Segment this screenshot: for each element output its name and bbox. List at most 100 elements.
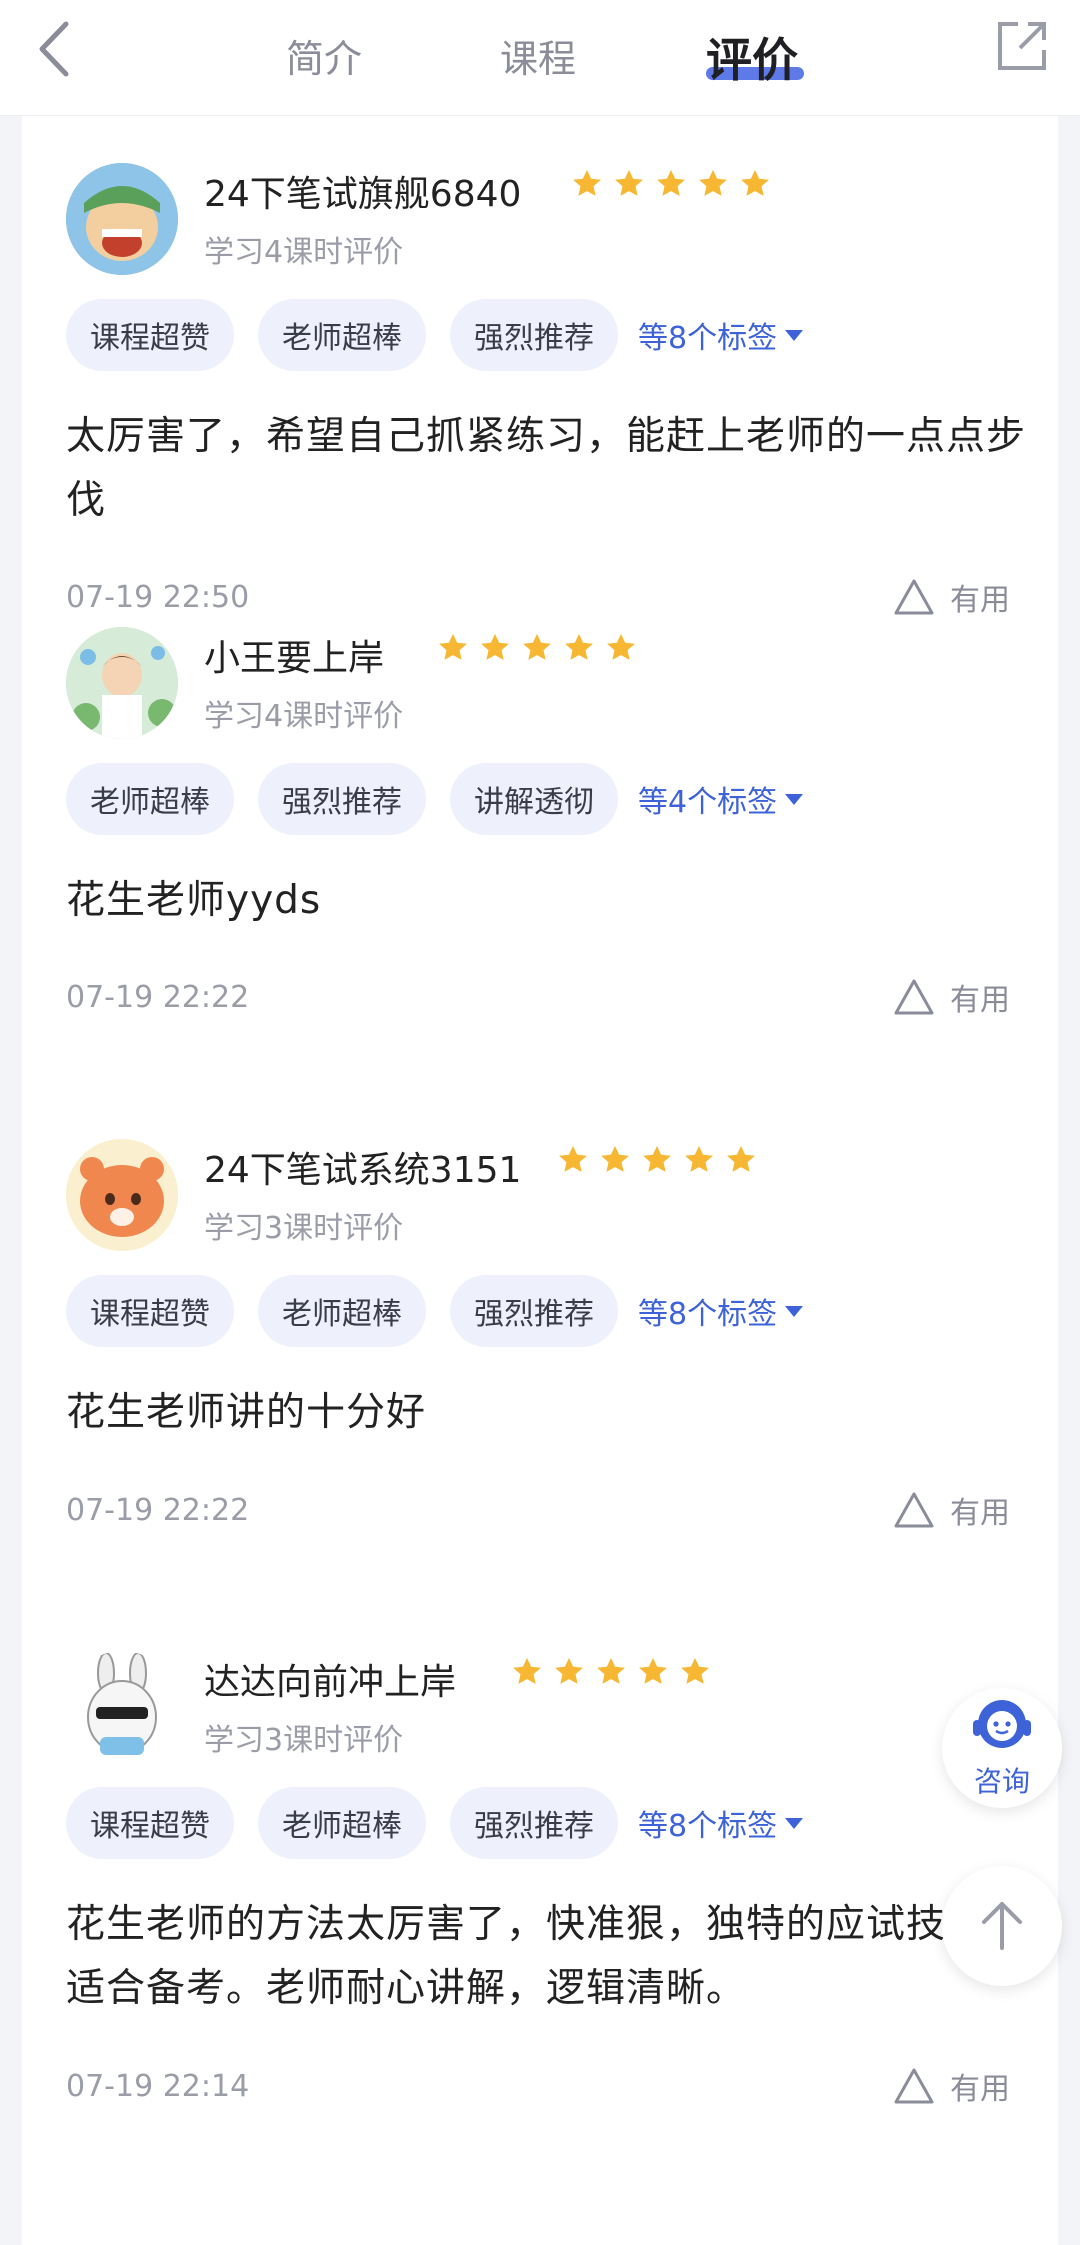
rating-stars xyxy=(510,1655,712,1689)
caret-down-icon xyxy=(785,329,804,341)
reviewer-name: 小王要上岸 xyxy=(204,638,385,679)
avatar[interactable] xyxy=(66,163,178,275)
tag-list: 课程超赞 老师超棒 强烈推荐 等8个标签 xyxy=(66,1787,804,1859)
star-icon xyxy=(555,1657,583,1684)
tag: 老师超棒 xyxy=(258,1275,426,1347)
share-icon xyxy=(998,22,1046,70)
share-button[interactable] xyxy=(992,16,1052,76)
study-hours-meta: 学习3课时评价 xyxy=(204,1723,404,1758)
star-icon xyxy=(699,169,727,196)
reviews-card: 24下笔试旗舰6840 学习4课时评价 课程超赞 老师超棒 强烈推荐 等8个标签… xyxy=(22,115,1058,2245)
useful-button[interactable]: 有用 xyxy=(892,1488,1010,1532)
tag-list: 课程超赞 老师超棒 强烈推荐 等8个标签 xyxy=(66,1275,804,1347)
avatar[interactable] xyxy=(66,1139,178,1251)
tag: 老师超棒 xyxy=(258,1787,426,1859)
review-item: 达达向前冲上岸 学习3课时评价 课程超赞 老师超棒 强烈推荐 等8个标签 花生老… xyxy=(22,1651,1058,2151)
star-icon xyxy=(513,1657,541,1684)
rating-stars xyxy=(556,1143,758,1177)
avatar[interactable] xyxy=(66,1651,178,1763)
reviews-scroll-area[interactable]: 24下笔试旗舰6840 学习4课时评价 课程超赞 老师超棒 强烈推荐 等8个标签… xyxy=(0,115,1080,2245)
study-hours-meta: 学习3课时评价 xyxy=(204,1211,404,1246)
avatar[interactable] xyxy=(66,627,178,739)
tag: 课程超赞 xyxy=(66,299,234,371)
review-text: 太厉害了，希望自己抓紧练习，能赶上老师的一点点步伐 xyxy=(66,414,1027,523)
star-icon xyxy=(573,169,601,196)
star-icon xyxy=(523,633,551,660)
useful-label: 有用 xyxy=(950,983,1010,1018)
more-tags-toggle[interactable]: 等4个标签 xyxy=(638,777,804,821)
tag-list: 课程超赞 老师超棒 强烈推荐 等8个标签 xyxy=(66,299,804,371)
tag: 讲解透彻 xyxy=(450,763,618,835)
rating-stars xyxy=(570,167,772,201)
tag: 强烈推荐 xyxy=(450,299,618,371)
tag: 强烈推荐 xyxy=(450,1787,618,1859)
star-icon xyxy=(615,169,643,196)
customer-service-icon xyxy=(973,1700,1031,1748)
study-hours-meta: 学习4课时评价 xyxy=(204,699,404,734)
useful-label: 有用 xyxy=(950,1496,1010,1531)
review-item: 小王要上岸 学习4课时评价 老师超棒 强烈推荐 讲解透彻 等4个标签 花生老师y… xyxy=(22,627,1058,1127)
star-icon xyxy=(685,1145,713,1172)
reviewer-name: 达达向前冲上岸 xyxy=(204,1662,457,1703)
triangle-icon xyxy=(894,1492,934,1528)
caret-down-icon xyxy=(785,1305,804,1317)
review-time: 07-19 22:50 xyxy=(66,580,250,615)
more-tags-label: 等8个标签 xyxy=(638,321,778,356)
reviewer-name: 24下笔试系统3151 xyxy=(204,1150,522,1191)
star-icon xyxy=(481,633,509,660)
star-icon xyxy=(559,1145,587,1172)
review-time: 07-19 22:14 xyxy=(66,2069,250,2104)
top-nav-bar: 简介 课程 评价 xyxy=(0,0,1080,115)
useful-button[interactable]: 有用 xyxy=(892,575,1010,619)
star-icon xyxy=(565,633,593,660)
tab-reviews[interactable]: 评价 xyxy=(706,24,798,90)
star-icon xyxy=(727,1145,755,1172)
more-tags-toggle[interactable]: 等8个标签 xyxy=(638,1801,804,1845)
tag: 强烈推荐 xyxy=(450,1275,618,1347)
triangle-icon xyxy=(894,979,934,1015)
more-tags-toggle[interactable]: 等8个标签 xyxy=(638,1289,804,1333)
tag-list: 老师超棒 强烈推荐 讲解透彻 等4个标签 xyxy=(66,763,804,835)
tab-course[interactable]: 课程 xyxy=(500,28,576,83)
useful-button[interactable]: 有用 xyxy=(892,975,1010,1019)
star-icon xyxy=(597,1657,625,1684)
star-icon xyxy=(607,633,635,660)
triangle-icon xyxy=(894,579,934,615)
more-tags-label: 等8个标签 xyxy=(638,1809,778,1844)
consult-button[interactable]: 咨询 xyxy=(942,1688,1062,1808)
more-tags-label: 等4个标签 xyxy=(638,785,778,820)
star-icon xyxy=(681,1657,709,1684)
review-item: 24下笔试系统3151 学习3课时评价 课程超赞 老师超棒 强烈推荐 等8个标签… xyxy=(22,1139,1058,1639)
review-item: 24下笔试旗舰6840 学习4课时评价 课程超赞 老师超棒 强烈推荐 等8个标签… xyxy=(22,115,1058,618)
tab-intro[interactable]: 简介 xyxy=(286,28,362,83)
tag: 课程超赞 xyxy=(66,1787,234,1859)
star-icon xyxy=(639,1657,667,1684)
tag: 强烈推荐 xyxy=(258,763,426,835)
star-icon xyxy=(439,633,467,660)
back-button[interactable] xyxy=(26,14,86,84)
reviewer-name: 24下笔试旗舰6840 xyxy=(204,174,522,215)
caret-down-icon xyxy=(785,793,804,805)
star-icon xyxy=(643,1145,671,1172)
tag: 老师超棒 xyxy=(66,763,234,835)
rating-stars xyxy=(436,631,638,665)
review-time: 07-19 22:22 xyxy=(66,1493,250,1528)
star-icon xyxy=(601,1145,629,1172)
chevron-left-icon xyxy=(39,21,69,77)
consult-label: 咨询 xyxy=(973,1765,1030,1798)
useful-label: 有用 xyxy=(950,2072,1010,2107)
review-text: 花生老师的方法太厉害了，快准狠，独特的应试技巧很适合备考。老师耐心讲解，逻辑清晰… xyxy=(66,1902,1027,2011)
caret-down-icon xyxy=(785,1817,804,1829)
study-hours-meta: 学习4课时评价 xyxy=(204,235,404,270)
triangle-icon xyxy=(894,2068,934,2104)
review-time: 07-19 22:22 xyxy=(66,980,250,1015)
review-text: 花生老师yyds xyxy=(66,878,322,923)
arrow-up-icon xyxy=(982,1902,1022,1950)
scroll-to-top-button[interactable] xyxy=(942,1866,1062,1986)
more-tags-toggle[interactable]: 等8个标签 xyxy=(638,313,804,357)
useful-label: 有用 xyxy=(950,583,1010,618)
useful-button[interactable]: 有用 xyxy=(892,2064,1010,2108)
tag: 课程超赞 xyxy=(66,1275,234,1347)
tag: 老师超棒 xyxy=(258,299,426,371)
star-icon xyxy=(657,169,685,196)
